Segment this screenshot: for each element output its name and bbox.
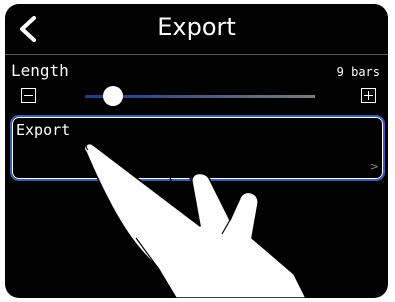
length-value: 9 bars xyxy=(336,65,380,79)
length-setting-row: Length 9 bars xyxy=(5,55,388,111)
export-item-label: Export xyxy=(16,121,71,139)
header-bar: Export xyxy=(5,4,388,55)
slider-knob[interactable] xyxy=(102,86,123,106)
tapping-hand-icon xyxy=(83,142,307,298)
minus-button[interactable] xyxy=(21,88,36,103)
length-slider[interactable] xyxy=(85,85,315,107)
page-title: Export xyxy=(157,13,236,41)
chevron-right-icon: > xyxy=(369,160,379,173)
length-label: Length xyxy=(11,61,69,80)
plus-button[interactable] xyxy=(361,88,376,103)
